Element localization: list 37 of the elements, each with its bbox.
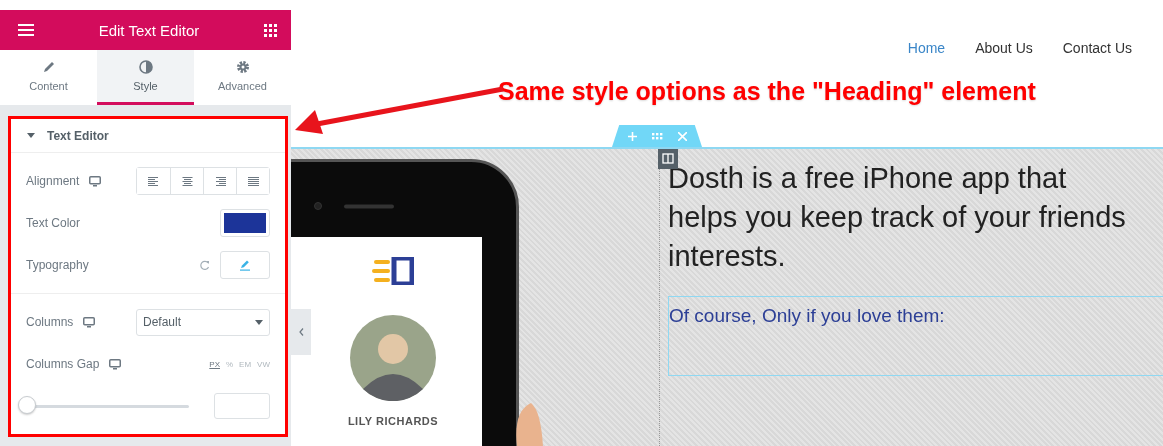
gear-icon <box>235 60 250 74</box>
desktop-icon[interactable] <box>89 175 102 187</box>
grid-icon[interactable] <box>264 23 277 37</box>
slider-handle[interactable] <box>18 396 36 414</box>
pencil-icon <box>239 259 251 271</box>
align-left-icon <box>148 176 159 186</box>
unit-option[interactable]: PX <box>209 359 220 369</box>
panel-tab[interactable]: Style <box>97 50 194 105</box>
align-center-icon <box>181 176 193 186</box>
number-field[interactable] <box>214 393 270 419</box>
nav-link[interactable]: About Us <box>975 39 1033 57</box>
desktop-icon[interactable] <box>83 316 96 328</box>
annotation-text: Same style options as the "Heading" element <box>498 76 1036 106</box>
nav-link[interactable]: Contact Us <box>1062 39 1132 57</box>
panel-title: Edit Text Editor <box>97 21 201 39</box>
menu-icon[interactable] <box>18 24 34 36</box>
columns-dropdown[interactable]: Default <box>136 308 270 336</box>
chevron-left-icon <box>298 328 304 336</box>
control-label: Text Color <box>26 216 81 230</box>
nav-link[interactable]: Home <box>907 39 946 57</box>
finger-drawing <box>513 401 543 446</box>
control-label: Columns Gap <box>26 357 100 371</box>
heading-text: Dosth is a free iPhone app that helps you keep track of your friends interests. <box>668 161 1127 274</box>
desktop-icon[interactable] <box>109 358 122 370</box>
body-text: Of course, Only if you love them: <box>669 305 946 327</box>
contrast-icon <box>138 60 153 74</box>
profile-name: LILY RICHARDS <box>347 415 439 427</box>
caret-icon <box>255 319 263 325</box>
app-logo <box>372 257 414 285</box>
align-justify-icon <box>247 176 259 186</box>
control-label: Typography <box>26 258 89 272</box>
caret-icon <box>27 133 35 138</box>
align-button[interactable] <box>236 168 269 194</box>
control-label: Columns <box>26 315 74 329</box>
control-label: Alignment <box>26 174 80 188</box>
pencil-icon <box>41 60 56 74</box>
align-right-icon <box>214 176 226 186</box>
